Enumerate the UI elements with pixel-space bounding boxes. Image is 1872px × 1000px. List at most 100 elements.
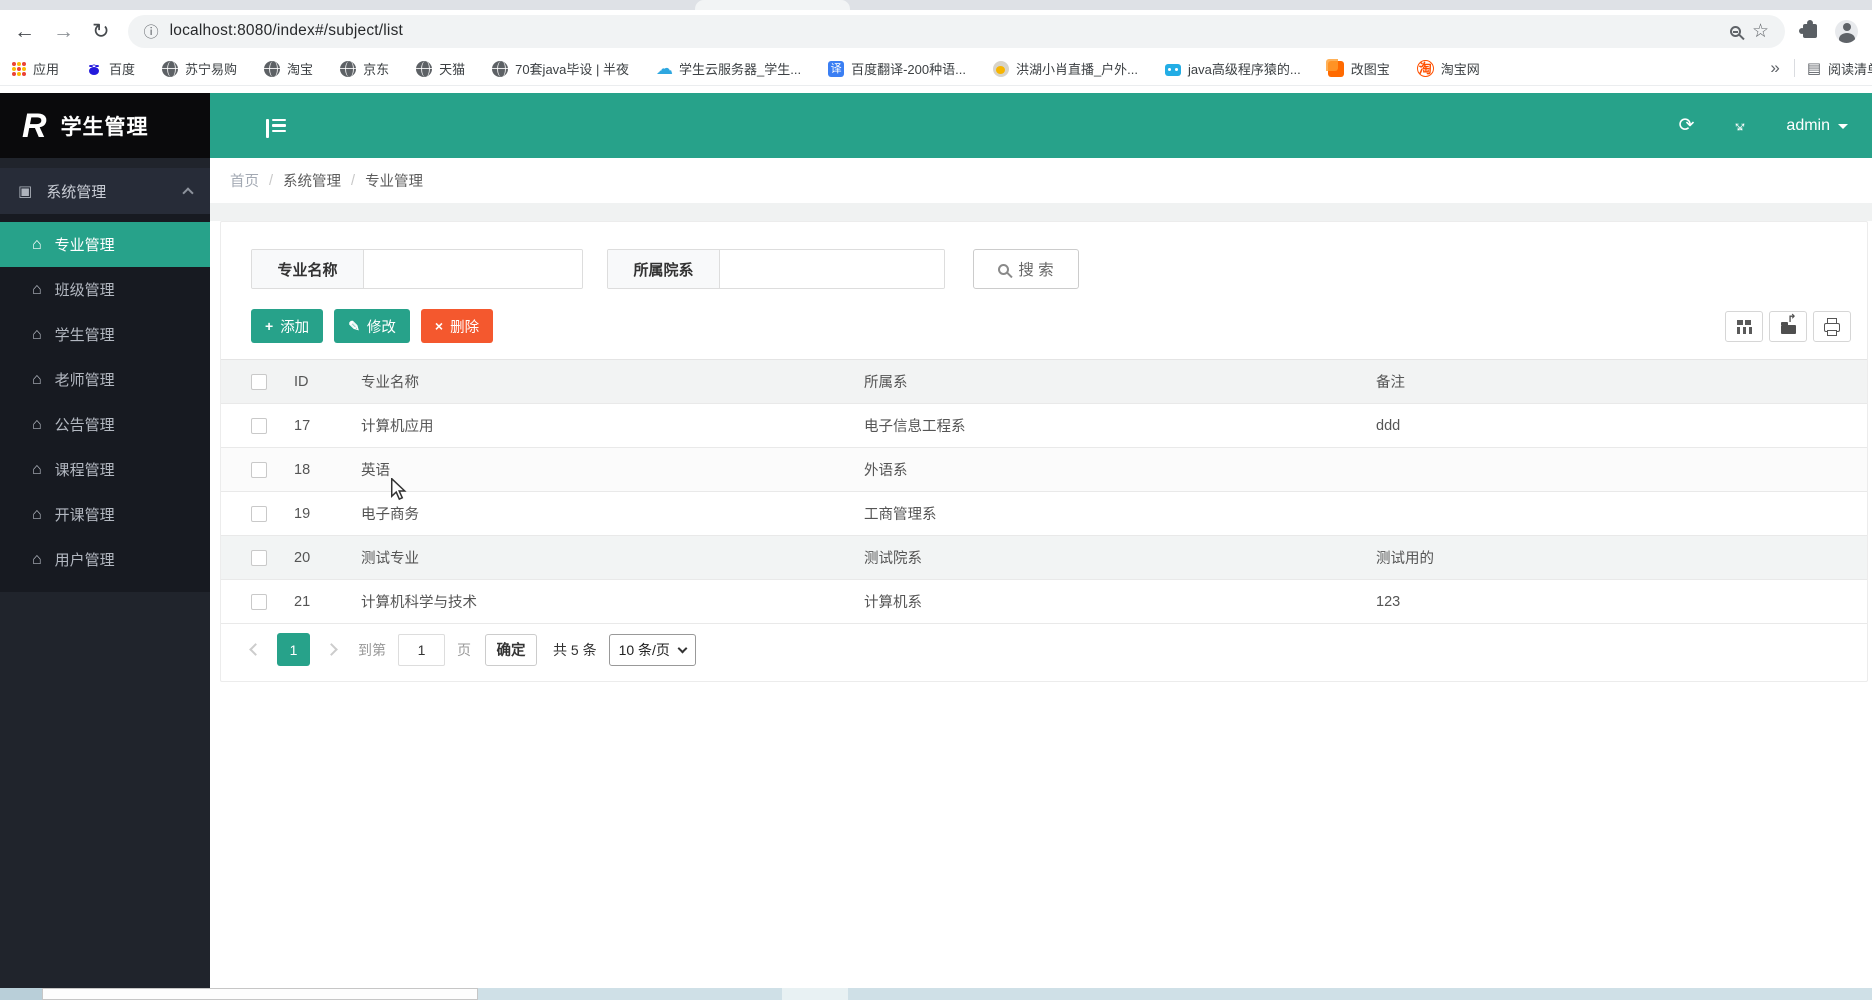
page-1-button[interactable]: 1 [277,633,310,666]
divider [1793,59,1795,77]
sidebar-item-course-management[interactable]: ⌂ 课程管理 [0,447,210,492]
bookmark-item[interactable]: 改图宝 [1325,58,1390,78]
table-toolbar [1725,311,1851,342]
majors-table: ID 专业名称 所属系 备注 17 计算机应用 电子信息工程系 ddd 18 英… [221,359,1867,624]
search-button[interactable]: 搜 索 [973,249,1079,289]
sidebar-item-system-management[interactable]: ▣ 系统管理 [0,168,210,214]
sidebar-item-course-offering-management[interactable]: ⌂ 开课管理 [0,492,210,537]
extensions-icon[interactable] [1799,20,1817,38]
app-title: 学生管理 [60,115,149,139]
bookmark-item[interactable]: 京东 [340,59,389,78]
table-row[interactable]: 20 测试专业 测试院系 测试用的 [221,536,1867,580]
back-icon[interactable]: ← [14,21,35,42]
caret-down-icon [1838,124,1848,129]
sidebar-item-notice-management[interactable]: ⌂ 公告管理 [0,402,210,447]
bookmark-item[interactable]: 译 百度翻译-200种语... [828,59,966,78]
col-header-note[interactable]: 备注 [1376,371,1867,392]
table-row[interactable]: 18 英语 外语系 [221,448,1867,492]
breadcrumb-level1[interactable]: 系统管理 [283,170,341,191]
col-header-name[interactable]: 专业名称 [361,371,864,392]
browser-tab[interactable] [695,0,850,10]
table-row[interactable]: 21 计算机科学与技术 计算机系 123 [221,580,1867,624]
home-icon: ⌂ [32,325,42,343]
browser-profile-avatar[interactable] [1835,19,1858,43]
refresh-icon[interactable]: ⟳ [1679,116,1695,135]
major-name-group: 专业名称 [251,249,583,289]
col-header-dept[interactable]: 所属系 [864,371,1376,392]
export-button[interactable] [1769,311,1807,342]
bookmark-item[interactable]: 淘宝 [264,59,313,78]
goto-page-input[interactable] [398,633,445,666]
next-page-icon[interactable] [325,643,338,656]
reading-list-label[interactable]: 阅读清单 [1828,59,1872,78]
print-icon [1824,318,1840,336]
url-text[interactable]: localhost:8080/index#/subject/list [170,22,1719,40]
taobao-icon: 淘 [1416,60,1434,77]
sidebar-toggle-icon[interactable] [266,116,286,138]
translate-icon: 译 [828,60,845,77]
sidebar-item-teacher-management[interactable]: ⌂ 老师管理 [0,357,210,402]
bookmark-item[interactable]: 洪湖小肖直播_户外... [992,59,1138,78]
globe-icon [264,60,281,77]
bookmark-item[interactable]: ☁ 学生云服务器_学生... [656,59,801,78]
zoom-out-icon[interactable] [1729,25,1741,37]
edit-button[interactable]: ✎ 修改 [334,309,410,343]
major-name-input[interactable] [364,250,582,288]
goto-suffix: 页 [457,641,471,658]
row-checkbox[interactable] [251,593,267,610]
sidebar-item-major-management[interactable]: ⌂ 专业管理 [0,222,210,267]
close-icon: × [434,318,444,334]
department-input[interactable] [720,250,944,288]
bookmark-item[interactable]: 百度 [86,59,135,78]
logo-letter: R [22,106,47,145]
bookmark-item[interactable]: 天猫 [416,59,465,78]
bookmark-item[interactable]: 70套java毕设 | 半夜 [492,59,629,78]
sidebar-item-user-management[interactable]: ⌂ 用户管理 [0,537,210,582]
horizontal-scrollbar [0,988,1872,1000]
bilibili-tv-icon [1165,63,1182,76]
sidebar-item-student-management[interactable]: ⌂ 学生管理 [0,312,210,357]
globe-icon [416,60,433,77]
home-icon: ⌂ [32,550,42,568]
columns-toggle-button[interactable] [1725,311,1763,342]
page-size-select[interactable]: 10 条/页 [608,633,696,666]
bookmark-item[interactable]: 淘 淘宝网 [1416,59,1480,78]
row-checkbox[interactable] [251,505,267,522]
select-all-checkbox[interactable] [251,373,267,390]
breadcrumb-home[interactable]: 首页 [230,170,259,191]
fullscreen-icon[interactable]: ↔ ↔ [1728,113,1752,136]
reload-icon[interactable]: ↻ [92,21,110,42]
bookmark-item[interactable]: java高级程序猿的... [1165,59,1301,78]
row-checkbox[interactable] [251,417,267,434]
site-info-icon[interactable]: ⓘ [144,21,159,42]
print-button[interactable] [1813,311,1851,342]
delete-button[interactable]: × 删除 [420,309,494,343]
add-button[interactable]: + 添加 [251,309,324,343]
plus-icon: + [265,318,274,334]
forward-icon[interactable]: → [53,21,74,42]
row-checkbox[interactable] [251,549,267,566]
bookmark-star-icon[interactable]: ☆ [1752,20,1769,43]
major-name-label: 专业名称 [252,250,364,288]
bookmark-apps[interactable]: 应用 [12,59,59,78]
user-menu[interactable]: admin [1786,117,1848,135]
content-gap [210,203,1872,221]
more-bookmarks-icon[interactable]: » [1770,58,1779,78]
table-row[interactable]: 19 电子商务 工商管理系 [221,492,1867,536]
search-icon [998,263,1010,275]
scrollbar-thumb[interactable] [42,988,478,1000]
prev-page-icon[interactable] [249,643,262,656]
col-header-id[interactable]: ID [274,374,361,390]
row-checkbox[interactable] [251,461,267,478]
url-bar[interactable]: ⓘ localhost:8080/index#/subject/list ☆ [127,14,1785,48]
confirm-button[interactable]: 确定 [485,633,537,666]
sidebar-item-class-management[interactable]: ⌂ 班级管理 [0,267,210,312]
table-row[interactable]: 17 计算机应用 电子信息工程系 ddd [221,404,1867,448]
reading-list-icon[interactable]: ▤ [1807,59,1821,77]
header-actions: ⟳ ↔ ↔ admin [1679,113,1872,137]
bookmarks-bar: 应用 百度 苏宁易购 淘宝 京东 天猫 70套java毕设 | 半夜 ☁ 学生云 [0,52,1872,86]
apps-grid-icon [12,61,26,76]
app-header: ⟳ ↔ ↔ admin [210,93,1872,158]
app-logo[interactable]: R 学生管理 [0,93,210,158]
bookmark-item[interactable]: 苏宁易购 [162,59,237,78]
